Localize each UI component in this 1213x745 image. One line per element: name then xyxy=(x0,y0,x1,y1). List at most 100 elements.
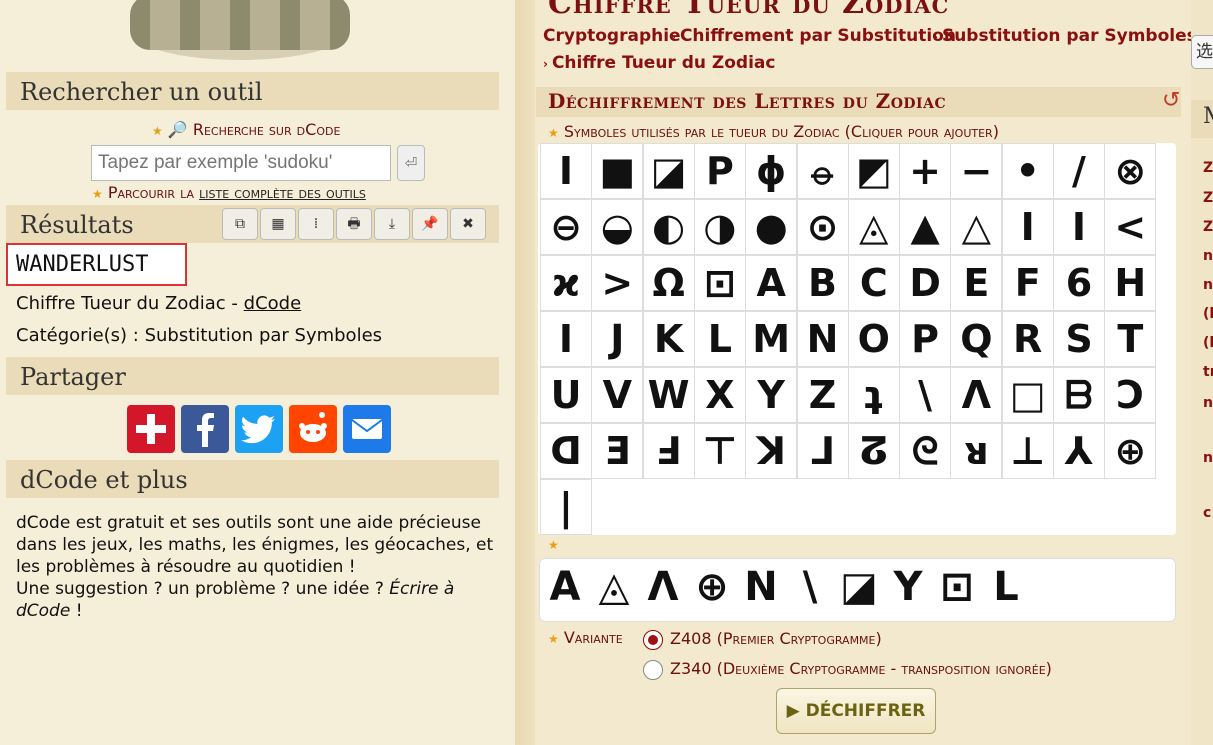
variant-label-z408[interactable]: Z408 (Premier Cryptogramme) xyxy=(670,629,882,648)
symbol-key[interactable]: ϕ xyxy=(745,143,798,199)
symbol-key[interactable]: △ xyxy=(950,199,1003,255)
variant-radio-z340[interactable] xyxy=(643,660,663,680)
mail-icon[interactable] xyxy=(343,405,391,453)
symbol-key[interactable]: ᗷ xyxy=(1053,367,1105,423)
search-dcode-link-label[interactable]: 🔎 Recherche sur dCode xyxy=(168,120,341,139)
symbol-key[interactable]: E xyxy=(950,255,1003,311)
symbol-key[interactable]: Ɔ xyxy=(1104,367,1157,423)
symbol-key[interactable]: O xyxy=(847,311,900,367)
right-list-item[interactable]: Z xyxy=(1203,190,1213,206)
symbol-key[interactable]: ᘓ xyxy=(899,423,952,479)
symbol-key[interactable]: ⅄ xyxy=(1053,423,1105,479)
variant-label-z340[interactable]: Z340 (Deuxième Cryptogramme - transposit… xyxy=(670,659,1052,678)
symbol-key[interactable]: ϰ xyxy=(540,255,592,311)
symbol-key[interactable]: ⵒ xyxy=(847,423,900,479)
symbol-key[interactable]: ᴚ xyxy=(950,423,1003,479)
symbol-key[interactable]: | xyxy=(540,479,592,535)
symbol-key[interactable]: F xyxy=(1001,255,1054,311)
print-button[interactable]: 🖶 xyxy=(336,208,372,240)
reset-icon[interactable]: ↺ xyxy=(1162,88,1180,113)
symbol-key[interactable]: • xyxy=(1001,143,1054,199)
symbol-key[interactable]: I xyxy=(1001,199,1054,255)
symbol-key[interactable]: ⊙ xyxy=(796,199,849,255)
symbol-key[interactable]: ◑ xyxy=(693,199,746,255)
symbol-key[interactable]: P xyxy=(899,311,952,367)
symbol-key[interactable]: Λ xyxy=(950,367,1003,423)
symbol-key[interactable]: H xyxy=(1104,255,1157,311)
symbol-key[interactable]: X xyxy=(693,367,746,423)
export-button[interactable]: ▦ xyxy=(260,208,296,240)
symbol-key[interactable]: ◩ xyxy=(847,143,900,199)
symbol-key[interactable]: ◒ xyxy=(591,199,644,255)
symbol-key[interactable]: B xyxy=(796,255,849,311)
symbol-key[interactable]: Ⅎ xyxy=(642,423,695,479)
dcode-link[interactable]: dCode xyxy=(244,293,302,314)
symbol-key[interactable]: U xyxy=(540,367,592,423)
symbol-key[interactable]: Y xyxy=(745,367,798,423)
symbol-key[interactable]: □ xyxy=(1001,367,1054,423)
symbol-key[interactable]: V xyxy=(591,367,644,423)
right-list-item[interactable]: n xyxy=(1203,395,1213,411)
symbol-key[interactable]: + xyxy=(899,143,952,199)
breadcrumb-zodiac[interactable]: › Chiffre Tueur du Zodiac xyxy=(543,53,775,73)
browse-tools-link-label[interactable]: liste complète des outils xyxy=(199,183,366,202)
breadcrumb-symboles[interactable]: › Substitution par Symboles xyxy=(933,26,1197,46)
decrypt-button[interactable]: ▶ DÉCHIFFRER xyxy=(776,688,936,734)
copy-button[interactable]: ⧉ xyxy=(222,208,258,240)
symbol-key[interactable]: Ǝ xyxy=(591,423,644,479)
symbol-key[interactable]: ⊤ xyxy=(693,423,746,479)
facebook-icon[interactable] xyxy=(181,405,229,453)
symbol-key[interactable]: D xyxy=(899,255,952,311)
breadcrumb-cryptographie[interactable]: Cryptographie xyxy=(543,26,681,46)
symbol-key[interactable]: C xyxy=(847,255,900,311)
symbol-key[interactable]: ● xyxy=(745,199,798,255)
breadcrumb-zodiac-label[interactable]: Chiffre Tueur du Zodiac xyxy=(552,53,776,73)
symbol-key[interactable]: I xyxy=(540,143,592,199)
right-list-item[interactable]: (l xyxy=(1203,306,1213,322)
symbol-key[interactable]: M xyxy=(745,311,798,367)
symbol-key[interactable]: W xyxy=(642,367,695,423)
right-list-item[interactable]: c xyxy=(1203,505,1213,521)
symbol-key[interactable]: ⊡ xyxy=(693,255,746,311)
symbol-key[interactable]: ⅃ xyxy=(796,423,849,479)
symbol-key[interactable]: Q xyxy=(950,311,1003,367)
symbol-key[interactable]: T xyxy=(1104,311,1157,367)
symbol-key[interactable]: − xyxy=(950,143,1003,199)
breadcrumb-substitution[interactable]: › Chiffrement par Substitution xyxy=(671,26,956,46)
right-list-item[interactable]: n xyxy=(1203,450,1213,466)
right-list-item[interactable]: tr xyxy=(1203,364,1213,380)
right-list-item[interactable]: Z xyxy=(1203,160,1213,176)
symbol-key[interactable]: ꓘ xyxy=(745,423,798,479)
breadcrumb-symboles-label[interactable]: Substitution par Symboles xyxy=(942,26,1197,46)
symbol-key[interactable]: L xyxy=(693,311,746,367)
symbol-key[interactable]: N xyxy=(796,311,849,367)
search-input[interactable] xyxy=(91,145,391,181)
symbol-key[interactable]: \ xyxy=(899,367,952,423)
browse-tools-link[interactable]: ★ Parcourir la liste complète des outils xyxy=(92,183,366,202)
right-list-item[interactable]: Z xyxy=(1203,219,1213,235)
symbol-key[interactable]: ⦵ xyxy=(796,143,849,199)
translate-button[interactable]: 选 xyxy=(1191,35,1213,69)
symbol-key[interactable]: I xyxy=(1053,199,1105,255)
symbol-key[interactable]: Z xyxy=(796,367,849,423)
symbol-key[interactable]: Ω xyxy=(642,255,695,311)
search-go-button[interactable]: ⏎ xyxy=(397,145,425,181)
symbol-key[interactable]: 6 xyxy=(1053,255,1105,311)
right-list-item[interactable]: n xyxy=(1203,248,1213,264)
symbol-key[interactable]: / xyxy=(1053,143,1105,199)
symbol-key[interactable]: ⊥ xyxy=(1001,423,1054,479)
symbol-key[interactable]: ⊖ xyxy=(540,199,592,255)
pin-button[interactable]: 📌 xyxy=(412,208,448,240)
symbol-key[interactable]: I xyxy=(540,311,592,367)
symbol-key[interactable]: ◬ xyxy=(847,199,900,255)
right-list-item[interactable]: (l xyxy=(1203,335,1213,351)
columns-button[interactable]: ⁞ xyxy=(298,208,334,240)
symbol-key[interactable]: J xyxy=(591,311,644,367)
symbol-key[interactable]: ◪ xyxy=(642,143,695,199)
symbol-key[interactable]: ʇ xyxy=(847,367,900,423)
search-dcode-link[interactable]: ★ 🔎 Recherche sur dCode xyxy=(152,120,340,139)
reddit-icon[interactable] xyxy=(289,405,337,453)
symbol-key[interactable]: R xyxy=(1001,311,1054,367)
symbol-key[interactable]: ▲ xyxy=(899,199,952,255)
right-list-item[interactable]: n xyxy=(1203,277,1213,293)
